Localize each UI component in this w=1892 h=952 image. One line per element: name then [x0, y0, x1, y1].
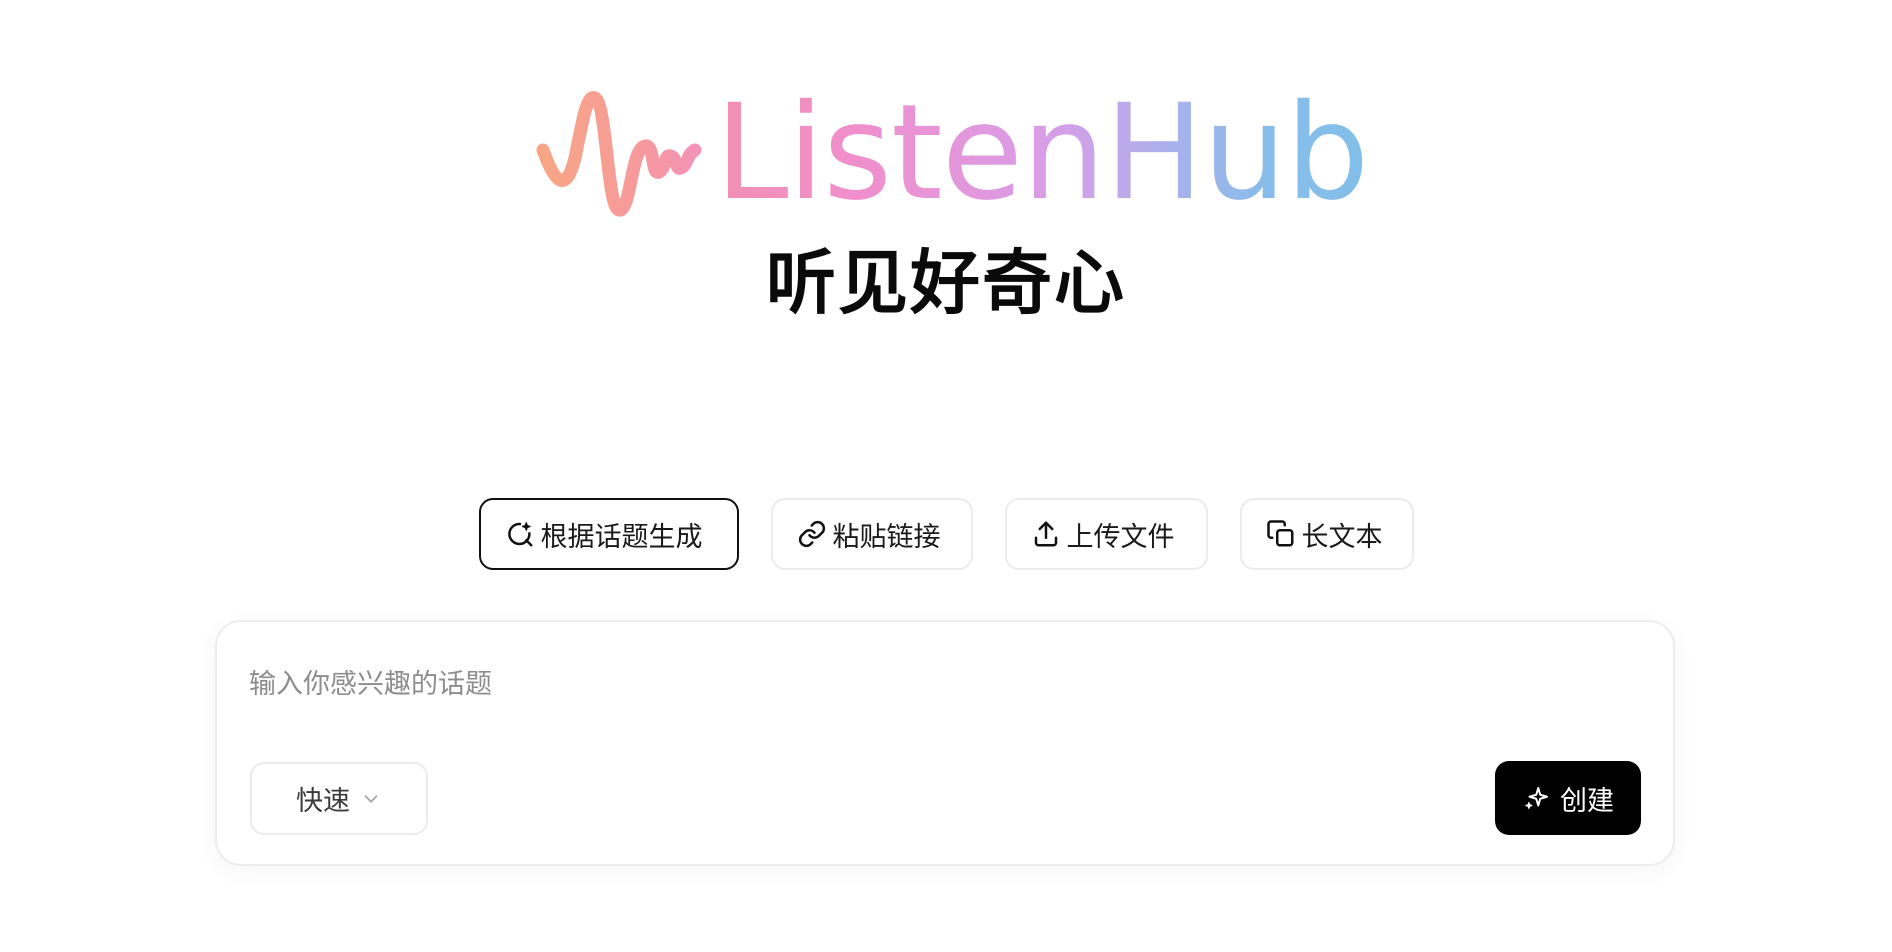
- topic-input[interactable]: [249, 664, 1629, 704]
- tab-topic-generate-label: 根据话题生成: [540, 521, 703, 553]
- create-button-label: 创建: [1560, 785, 1614, 817]
- mode-tabs: 根据话题生成 粘贴链接 上传文件 长文本: [0, 498, 1892, 570]
- tab-paste-link[interactable]: 粘贴链接: [770, 498, 973, 570]
- speed-select[interactable]: 快速: [250, 762, 428, 835]
- chevron-down-icon: [360, 788, 382, 810]
- tab-long-text[interactable]: 长文本: [1239, 498, 1414, 570]
- create-button[interactable]: 创建: [1495, 761, 1641, 835]
- tab-topic-generate[interactable]: 根据话题生成: [478, 498, 739, 570]
- sparkle-icon: [1522, 783, 1552, 813]
- tab-long-text-label: 长文本: [1301, 521, 1383, 553]
- copy-icon: [1266, 519, 1296, 549]
- soundwave-logo-icon: [536, 91, 702, 217]
- composer-card: 快速 创建: [215, 620, 1675, 866]
- upload-icon: [1031, 519, 1061, 549]
- tagline: 听见好奇心: [766, 242, 1126, 324]
- tab-upload-file-label: 上传文件: [1066, 521, 1175, 553]
- tab-paste-link-label: 粘贴链接: [832, 521, 941, 553]
- speed-select-label: 快速: [296, 786, 350, 817]
- link-icon: [797, 519, 827, 549]
- brand-name: ListenHub: [715, 76, 1369, 230]
- tab-upload-file[interactable]: 上传文件: [1004, 498, 1208, 570]
- listenhub-logo: ListenHub: [535, 76, 1369, 230]
- search-sparkle-icon: [505, 519, 535, 549]
